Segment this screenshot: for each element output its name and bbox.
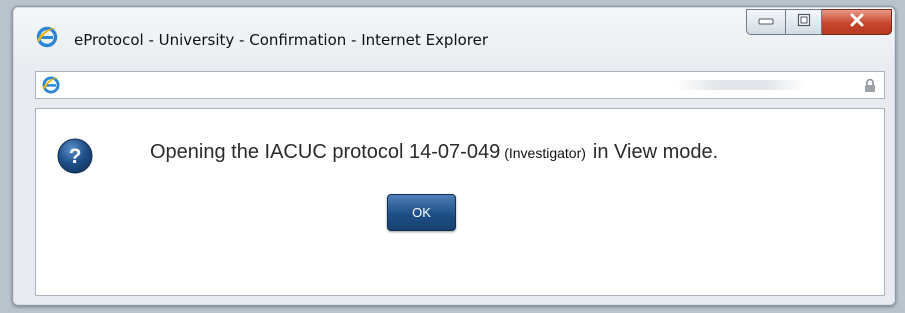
close-button[interactable] <box>822 9 892 35</box>
message-end: in View mode. <box>592 141 719 163</box>
address-bar[interactable] <box>35 71 885 99</box>
ie-icon <box>35 25 59 49</box>
title-bar[interactable]: eProtocol - University - Confirmation - … <box>13 7 895 63</box>
svg-text:?: ? <box>69 145 82 168</box>
lock-icon <box>864 78 876 93</box>
window-controls <box>746 9 892 39</box>
browser-popup-window: eProtocol - University - Confirmation - … <box>12 6 896 306</box>
confirmation-message: Opening the IACUC protocol 14-07-049 (In… <box>150 141 718 164</box>
ie-icon <box>41 75 61 95</box>
message-main: Opening the IACUC protocol 14-07-049 <box>150 141 501 163</box>
message-role: (Investigator) <box>504 145 586 161</box>
close-icon <box>849 13 865 32</box>
window-title: eProtocol - University - Confirmation - … <box>74 31 489 49</box>
maximize-icon <box>797 13 811 32</box>
maximize-button[interactable] <box>786 9 822 35</box>
question-icon: ? <box>56 137 94 175</box>
minimize-button[interactable] <box>746 9 786 35</box>
dialog-content: ? Opening the IACUC protocol 14-07-049 (… <box>35 108 885 296</box>
address-url-blurred <box>676 80 806 90</box>
minimize-icon <box>758 13 774 31</box>
ok-button[interactable]: OK <box>387 194 456 231</box>
